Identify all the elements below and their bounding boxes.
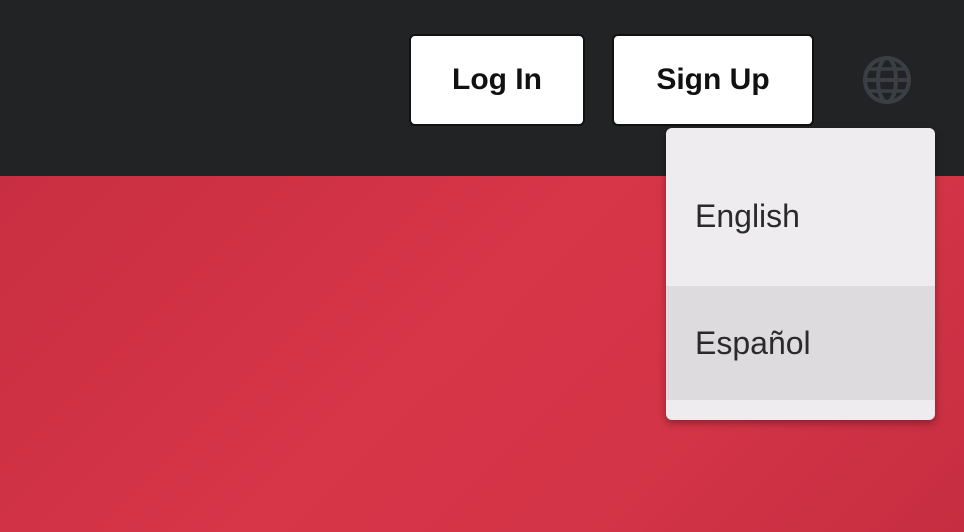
page: Log In Sign Up English Español xyxy=(0,0,964,532)
sign-up-button[interactable]: Sign Up xyxy=(612,34,814,126)
language-dropdown-menu: English Español xyxy=(666,128,935,420)
log-in-button[interactable]: Log In xyxy=(409,34,585,126)
language-option-espanol[interactable]: Español xyxy=(666,286,935,400)
globe-icon[interactable] xyxy=(861,54,913,106)
language-option-english[interactable]: English xyxy=(666,146,935,286)
